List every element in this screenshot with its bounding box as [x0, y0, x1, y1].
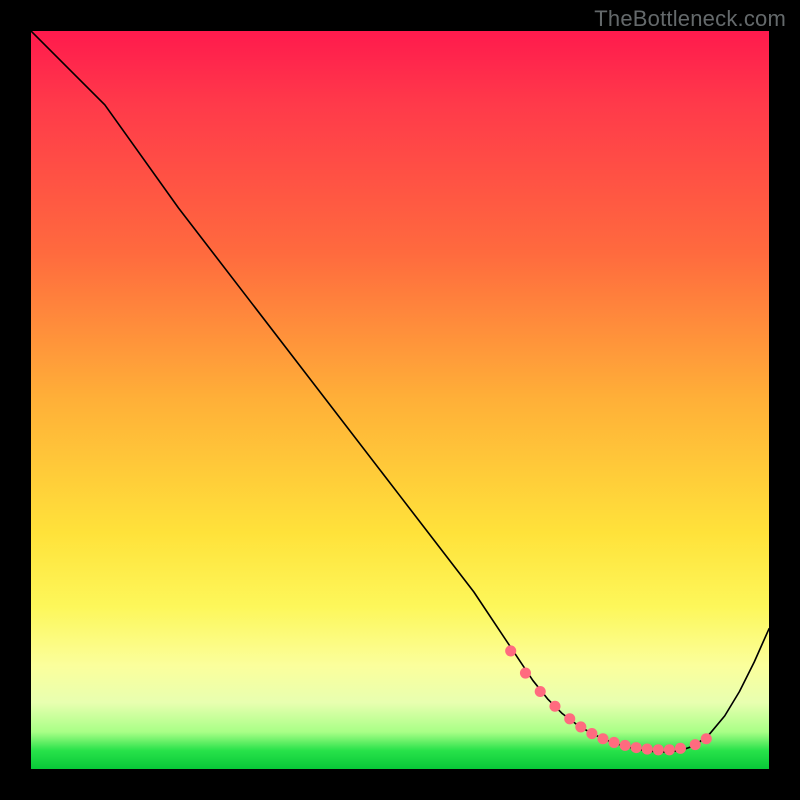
chart-svg [31, 31, 769, 769]
marker-dot [597, 733, 608, 744]
chart-markers [505, 645, 712, 755]
watermark-text: TheBottleneck.com [594, 6, 786, 32]
marker-dot [520, 668, 531, 679]
marker-dot [535, 686, 546, 697]
marker-dot [690, 739, 701, 750]
marker-dot [586, 728, 597, 739]
chart-curve [31, 31, 769, 752]
marker-dot [675, 743, 686, 754]
marker-dot [664, 744, 675, 755]
marker-dot [505, 645, 516, 656]
marker-dot [549, 701, 560, 712]
marker-dot [631, 742, 642, 753]
marker-dot [564, 713, 575, 724]
marker-dot [608, 737, 619, 748]
marker-dot [653, 744, 664, 755]
marker-dot [620, 740, 631, 751]
marker-dot [642, 744, 653, 755]
marker-dot [575, 721, 586, 732]
marker-dot [701, 733, 712, 744]
